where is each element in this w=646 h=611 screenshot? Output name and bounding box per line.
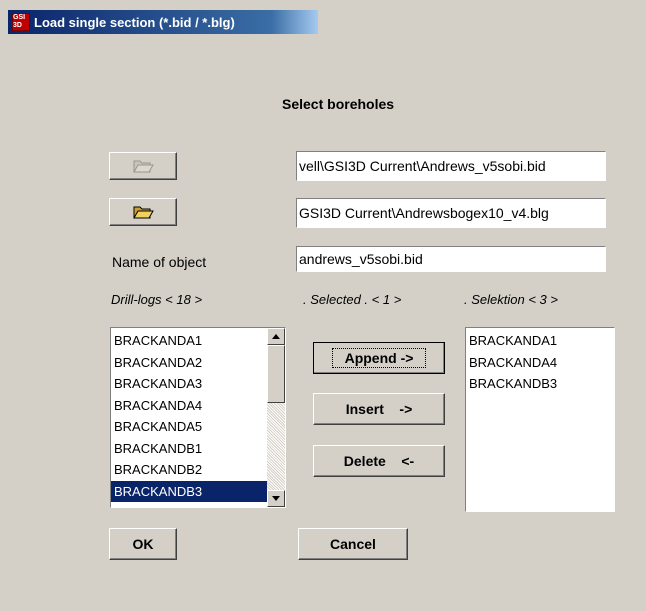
list-item[interactable]: BRACKANDB2 [111, 459, 267, 481]
list-item[interactable]: BRACKANDB1 [111, 438, 267, 460]
cancel-button[interactable]: Cancel [298, 528, 408, 560]
scroll-down-button[interactable] [267, 490, 285, 507]
cancel-button-label: Cancel [330, 536, 376, 552]
ok-button-label: OK [132, 536, 154, 552]
arrow-up-icon [272, 334, 280, 339]
gsi3d-app-icon: GSI 3D [12, 13, 30, 31]
bid-path-field[interactable]: vell\GSI3D Current\Andrews_v5sobi.bid [296, 151, 606, 181]
ok-button[interactable]: OK [109, 528, 177, 560]
window-title: Load single section (*.bid / *.blg) [34, 14, 235, 30]
append-button[interactable]: Append -> [313, 342, 445, 374]
drill-logs-label: Drill-logs < 18 > [111, 292, 203, 307]
arrow-down-icon [272, 496, 280, 501]
list-item-selected[interactable]: BRACKANDB3 [111, 480, 267, 502]
list-item[interactable]: BRACKANDA4 [111, 395, 267, 417]
selected-count-label: . Selected . < 1 > [303, 292, 402, 307]
browse-bid-button[interactable] [109, 152, 177, 180]
list-item[interactable]: BRACKANDA1 [111, 330, 267, 352]
list-item[interactable]: BRACKANDA3 [111, 373, 267, 395]
scroll-thumb[interactable] [267, 345, 285, 403]
scroll-up-button[interactable] [267, 328, 285, 345]
window-left-edge [0, 22, 8, 611]
delete-button[interactable]: Delete <- [313, 445, 445, 477]
drill-logs-list[interactable]: BRACKANDA1 BRACKANDA2 BRACKANDA3 BRACKAN… [110, 327, 286, 508]
browse-blg-button[interactable] [109, 198, 177, 226]
selection-label: . Selektion < 3 > [464, 292, 558, 307]
insert-button[interactable]: Insert -> [313, 393, 445, 425]
list-item[interactable]: BRACKANDA4 [466, 352, 614, 374]
list-item[interactable]: BRACKANDA2 [111, 352, 267, 374]
selection-list[interactable]: BRACKANDA1 BRACKANDA4 BRACKANDB3 [465, 327, 615, 512]
delete-button-label: Delete <- [343, 453, 415, 469]
list-item[interactable]: BRACKANDB3 [466, 373, 614, 395]
object-name-label: Name of object [112, 254, 207, 270]
list-item[interactable]: BRACKANDA1 [466, 330, 614, 352]
blg-path-field[interactable]: GSI3D Current\Andrewsbogex10_v4.blg [296, 198, 606, 228]
insert-button-label: Insert -> [345, 401, 413, 417]
folder-open-icon [132, 204, 154, 220]
folder-open-icon [132, 158, 154, 174]
drill-logs-scrollbar[interactable] [267, 328, 285, 507]
dialog-heading: Select boreholes [282, 96, 395, 112]
append-button-label: Append -> [331, 348, 427, 368]
object-name-field[interactable]: andrews_v5sobi.bid [296, 246, 606, 272]
title-bar[interactable]: GSI 3D Load single section (*.bid / *.bl… [8, 10, 318, 34]
load-section-dialog: GSI 3D Load single section (*.bid / *.bl… [0, 0, 646, 611]
list-item[interactable]: BRACKANDA5 [111, 416, 267, 438]
